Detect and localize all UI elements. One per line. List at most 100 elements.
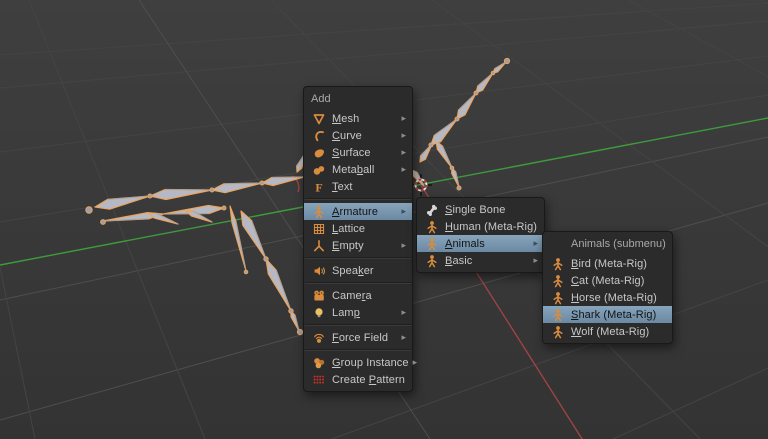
- armature-submenu: Single Bone Human (Meta-Rig) Animals ▸ Bas…: [416, 197, 545, 273]
- bone-joint: [503, 57, 511, 65]
- submenu-arrow-icon: ▸: [533, 255, 538, 265]
- armature-icon: [424, 254, 439, 268]
- no-arrow: [535, 205, 538, 215]
- bone-joint: [85, 206, 93, 214]
- menu-item-label: Basic: [445, 254, 473, 267]
- menu-item-label: Bird (Meta-Rig): [571, 257, 648, 270]
- no-arrow: [403, 182, 406, 192]
- submenu-arrow-icon: ▸: [401, 332, 406, 342]
- blender-3d-viewport-window: Add Mesh ▸ Curve ▸ Surface ▸ Metaball ▸ F Text Arm…: [0, 0, 768, 439]
- menu-item-animals[interactable]: Animals ▸: [417, 235, 544, 252]
- bone-icon: [424, 203, 439, 217]
- menu-separator: [305, 282, 411, 284]
- bone-joint: [147, 193, 153, 199]
- menu-item-lattice[interactable]: Lattice: [304, 220, 412, 237]
- menu-separator: [305, 349, 411, 351]
- bone-joint: [454, 116, 460, 122]
- menu-item-wolf-meta-rig[interactable]: Wolf (Meta-Rig): [543, 323, 672, 340]
- submenu-arrow-icon: ▸: [401, 307, 406, 317]
- text-icon: F: [311, 180, 326, 194]
- menu-item-shark-meta-rig[interactable]: Shark (Meta-Rig): [543, 306, 672, 323]
- menu-item-label: Metaball: [332, 163, 375, 176]
- svg-text:F: F: [315, 180, 322, 194]
- menu-item-empty[interactable]: Empty ▸: [304, 237, 412, 254]
- menu-item-label: Force Field: [332, 331, 389, 344]
- menu-item-label: Empty: [332, 239, 364, 252]
- submenu-arrow-icon: ▸: [401, 147, 406, 157]
- menu-item-surface[interactable]: Surface ▸: [304, 144, 412, 161]
- armature-icon: [424, 220, 439, 234]
- menu-item-label: Armature: [332, 205, 379, 218]
- bone-joint: [296, 328, 304, 336]
- surface-icon: [311, 146, 326, 160]
- animals-submenu: Animals (submenu) Bird (Meta-Rig) Cat (Me…: [542, 231, 673, 344]
- force-field-icon: [311, 331, 326, 345]
- menu-item-create-pattern[interactable]: Create Pattern: [304, 371, 412, 388]
- armature-icon: [550, 325, 565, 339]
- submenu-arrow-icon: ▸: [401, 206, 406, 216]
- add-menu: Add Mesh ▸ Curve ▸ Surface ▸ Metaball ▸ F Text Arm…: [303, 86, 417, 392]
- no-arrow: [403, 224, 406, 234]
- bone-joint: [100, 219, 106, 225]
- menu-item-armature[interactable]: Armature ▸: [304, 203, 412, 220]
- create-pattern-icon: [311, 373, 326, 387]
- no-arrow: [663, 327, 666, 337]
- menu-item-label: Human (Meta-Rig): [445, 220, 538, 233]
- curve-icon: [311, 129, 326, 143]
- menu-separator: [305, 198, 411, 200]
- bone-joint: [263, 256, 269, 262]
- menu-item-label: Text: [332, 180, 353, 193]
- bone-joint: [209, 187, 215, 193]
- armature-icon: [550, 308, 565, 322]
- no-arrow: [663, 276, 666, 286]
- menu-item-single-bone[interactable]: Single Bone: [417, 201, 544, 218]
- menu-item-label: Lattice: [332, 222, 366, 235]
- menu-header-label: Add: [311, 93, 331, 105]
- menu-item-label: Animals: [445, 237, 485, 250]
- bone-joint: [473, 90, 479, 96]
- menu-item-bird-meta-rig[interactable]: Bird (Meta-Rig): [543, 255, 672, 272]
- bone-joint: [456, 185, 462, 191]
- lamp-icon: [311, 306, 326, 320]
- menu-item-speaker[interactable]: Speaker: [304, 262, 412, 279]
- menu-header-animals-submenu: Animals (submenu): [543, 235, 672, 253]
- menu-item-curve[interactable]: Curve ▸: [304, 127, 412, 144]
- menu-item-lamp[interactable]: Lamp ▸: [304, 304, 412, 321]
- menu-item-mesh[interactable]: Mesh ▸: [304, 110, 412, 127]
- armature-icon: [311, 205, 326, 219]
- menu-item-label: Camera: [332, 289, 372, 302]
- submenu-arrow-icon: ▸: [401, 240, 406, 250]
- bone-joint: [259, 180, 265, 186]
- menu-item-label: Horse (Meta-Rig): [571, 291, 657, 304]
- menu-item-metaball[interactable]: Metaball ▸: [304, 161, 412, 178]
- menu-header-label: Animals (submenu): [571, 238, 666, 250]
- menu-item-text[interactable]: F Text: [304, 178, 412, 195]
- no-arrow: [403, 266, 406, 276]
- bone-joint: [221, 205, 227, 211]
- menu-item-force-field[interactable]: Force Field ▸: [304, 329, 412, 346]
- menu-item-label: Lamp: [332, 306, 360, 319]
- bone-joint: [490, 70, 496, 76]
- submenu-arrow-icon: ▸: [533, 238, 538, 248]
- bone-joint: [449, 165, 455, 171]
- menu-item-basic[interactable]: Basic ▸: [417, 252, 544, 269]
- bone-joint: [288, 308, 294, 314]
- no-arrow: [541, 222, 544, 232]
- speaker-icon: [311, 264, 326, 278]
- menu-item-label: Surface: [332, 146, 371, 159]
- menu-item-label: Single Bone: [445, 203, 506, 216]
- submenu-arrow-icon: ▸: [412, 357, 418, 367]
- no-arrow: [663, 259, 666, 269]
- submenu-arrow-icon: ▸: [401, 164, 406, 174]
- menu-item-group-instance[interactable]: Group Instance ▸: [304, 354, 417, 371]
- menu-item-label: Speaker: [332, 264, 374, 277]
- camera-icon: [311, 289, 326, 303]
- menu-item-label: Shark (Meta-Rig): [571, 308, 657, 321]
- submenu-arrow-icon: ▸: [401, 113, 406, 123]
- menu-item-human-meta-rig[interactable]: Human (Meta-Rig): [417, 218, 544, 235]
- menu-item-cat-meta-rig[interactable]: Cat (Meta-Rig): [543, 272, 672, 289]
- no-arrow: [403, 291, 406, 301]
- menu-item-label: Group Instance: [332, 356, 409, 369]
- menu-item-horse-meta-rig[interactable]: Horse (Meta-Rig): [543, 289, 672, 306]
- menu-item-camera[interactable]: Camera: [304, 287, 412, 304]
